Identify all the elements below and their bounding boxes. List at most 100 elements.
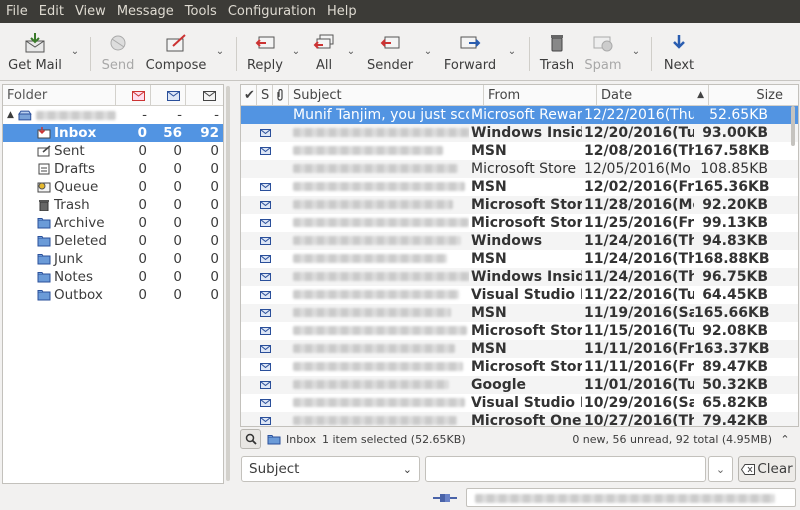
folder-archive[interactable]: Archive 0 0 0 bbox=[3, 214, 223, 232]
expand-arrow-icon[interactable]: ▲ bbox=[7, 106, 14, 124]
menu-configuration[interactable]: Configuration bbox=[224, 0, 320, 23]
message-row[interactable]: Visual Studio I 11/22/2016(Tue 64.45KB bbox=[241, 286, 798, 304]
folder-junk[interactable]: Junk 0 0 0 bbox=[3, 250, 223, 268]
clear-button[interactable]: Clear bbox=[738, 456, 796, 482]
message-row[interactable]: MSN 11/24/2016(Thu168.88KB bbox=[241, 250, 798, 268]
message-check-cell[interactable] bbox=[241, 106, 257, 124]
message-check-cell[interactable] bbox=[241, 304, 257, 322]
message-row[interactable]: MSN 11/11/2016(Fri) 163.37KB bbox=[241, 340, 798, 358]
message-check-cell[interactable] bbox=[241, 268, 257, 286]
spam-dropdown[interactable]: ⌄ bbox=[631, 47, 641, 57]
message-attachment-cell bbox=[273, 304, 289, 322]
menu-message[interactable]: Message bbox=[113, 0, 178, 23]
reply-dropdown[interactable]: ⌄ bbox=[291, 47, 301, 57]
message-check-cell[interactable] bbox=[241, 358, 257, 376]
reply-sender-button[interactable]: Sender bbox=[366, 23, 414, 79]
folder-outbox[interactable]: Outbox 0 0 0 bbox=[3, 286, 223, 304]
message-row[interactable]: Windows Insid 12/20/2016(Tue 93.00KB bbox=[241, 124, 798, 142]
message-row[interactable]: Microsoft Stor 11/15/2016(Tue 92.08KB bbox=[241, 322, 798, 340]
pane-splitter[interactable] bbox=[228, 84, 236, 484]
from-column-header[interactable]: From bbox=[484, 85, 597, 106]
message-row[interactable]: Microsoft Onel10/27/2016(Thu 79.42KB bbox=[241, 412, 798, 426]
message-row[interactable]: MSN 12/08/2016(Thu167.58KB bbox=[241, 142, 798, 160]
reply-sender-dropdown[interactable]: ⌄ bbox=[423, 47, 433, 57]
message-check-cell[interactable] bbox=[241, 322, 257, 340]
send-button[interactable]: Send bbox=[100, 23, 136, 79]
message-row[interactable]: Microsoft Stor 11/11/2016(Fri) 89.47KB bbox=[241, 358, 798, 376]
message-row[interactable]: Munif Tanjim, you just sco Microsoft Rewa… bbox=[241, 106, 798, 124]
search-input[interactable] bbox=[425, 456, 706, 482]
folder-name: Notes bbox=[54, 269, 93, 285]
folder-queue[interactable]: Queue 0 0 0 bbox=[3, 178, 223, 196]
message-check-cell[interactable] bbox=[241, 214, 257, 232]
message-subject-redacted bbox=[293, 254, 447, 263]
search-history-dropdown[interactable]: ⌄ bbox=[708, 456, 733, 482]
folder-deleted[interactable]: Deleted 0 0 0 bbox=[3, 232, 223, 250]
message-row[interactable]: Windows Insid11/24/2016(Thu 96.75KB bbox=[241, 268, 798, 286]
message-check-cell[interactable] bbox=[241, 376, 257, 394]
online-status-icon[interactable] bbox=[432, 491, 458, 505]
get-mail-button[interactable]: Get Mail bbox=[8, 23, 62, 79]
message-from: Microsoft Stor bbox=[471, 215, 582, 231]
message-check-cell[interactable] bbox=[241, 196, 257, 214]
total-column-header[interactable] bbox=[186, 85, 223, 106]
collapse-chevron-icon[interactable]: ⌃ bbox=[775, 433, 795, 446]
spam-button[interactable]: Spam bbox=[584, 23, 622, 79]
check-column-header[interactable]: ✔ bbox=[241, 85, 257, 106]
new-column-header[interactable] bbox=[116, 85, 151, 106]
date-column-header[interactable]: Date ▲ bbox=[597, 85, 709, 106]
message-row[interactable]: Microsoft Store 12/05/2016(Mo 108.85KB bbox=[241, 160, 798, 178]
message-row[interactable]: MSN 12/02/2016(Fri) 165.36KB bbox=[241, 178, 798, 196]
message-check-cell[interactable] bbox=[241, 232, 257, 250]
unread-column-header[interactable] bbox=[151, 85, 186, 106]
message-check-cell[interactable] bbox=[241, 250, 257, 268]
message-check-cell[interactable] bbox=[241, 412, 257, 426]
folder-drafts[interactable]: Drafts 0 0 0 bbox=[3, 160, 223, 178]
folder-column-header[interactable]: Folder bbox=[3, 85, 116, 106]
trash-button[interactable]: Trash bbox=[538, 23, 576, 79]
message-status-cell bbox=[257, 160, 273, 178]
menu-edit[interactable]: Edit bbox=[35, 0, 68, 23]
message-row[interactable]: Microsoft Stor 11/28/2016(Mo 92.20KB bbox=[241, 196, 798, 214]
message-row[interactable]: Microsoft Stor 11/25/2016(Fri) 99.13KB bbox=[241, 214, 798, 232]
get-mail-dropdown[interactable]: ⌄ bbox=[70, 47, 80, 57]
folder-inbox[interactable]: Inbox 0 56 92 bbox=[3, 124, 223, 142]
size-column-header[interactable]: Size bbox=[709, 85, 787, 106]
compose-button[interactable]: Compose bbox=[146, 23, 206, 79]
folder-trash[interactable]: Trash 0 0 0 bbox=[3, 196, 223, 214]
menu-help[interactable]: Help bbox=[323, 0, 361, 23]
message-row[interactable]: MSN 11/19/2016(Sat 165.66KB bbox=[241, 304, 798, 322]
mailbox-root-row[interactable]: ▲ - - - bbox=[3, 106, 223, 124]
attachment-column-header[interactable] bbox=[273, 85, 289, 106]
folder-sent[interactable]: Sent 0 0 0 bbox=[3, 142, 223, 160]
menu-view[interactable]: View bbox=[71, 0, 110, 23]
message-check-cell[interactable] bbox=[241, 394, 257, 412]
message-check-cell[interactable] bbox=[241, 178, 257, 196]
message-check-cell[interactable] bbox=[241, 142, 257, 160]
compose-dropdown[interactable]: ⌄ bbox=[215, 47, 225, 57]
message-list-scrollbar[interactable] bbox=[791, 106, 795, 146]
forward-button[interactable]: Forward bbox=[442, 23, 498, 79]
folder-notes[interactable]: Notes 0 0 0 bbox=[3, 268, 223, 286]
search-toggle-button[interactable] bbox=[240, 429, 261, 449]
menu-tools[interactable]: Tools bbox=[181, 0, 221, 23]
forward-icon bbox=[460, 36, 481, 49]
search-field-select[interactable]: Subject ⌄ bbox=[241, 456, 420, 482]
message-check-cell[interactable] bbox=[241, 160, 257, 178]
message-row[interactable]: Google 11/01/2016(Tue 50.32KB bbox=[241, 376, 798, 394]
forward-dropdown[interactable]: ⌄ bbox=[507, 47, 517, 57]
menu-file[interactable]: File bbox=[2, 0, 32, 23]
status-column-header[interactable]: S bbox=[257, 85, 273, 106]
message-check-cell[interactable] bbox=[241, 340, 257, 358]
root-total-count: - bbox=[214, 107, 219, 123]
reply-all-dropdown[interactable]: ⌄ bbox=[346, 47, 356, 57]
reply-button[interactable]: Reply bbox=[246, 23, 284, 79]
subject-column-header[interactable]: Subject bbox=[289, 85, 484, 106]
reply-all-button[interactable]: All bbox=[310, 23, 338, 79]
message-row[interactable]: Windows 11/24/2016(Thu 94.83KB bbox=[241, 232, 798, 250]
message-row[interactable]: Visual Studio I 10/29/2016(Sat 65.82KB bbox=[241, 394, 798, 412]
message-status-cell bbox=[257, 196, 273, 214]
message-check-cell[interactable] bbox=[241, 286, 257, 304]
next-button[interactable]: Next bbox=[660, 23, 698, 79]
message-check-cell[interactable] bbox=[241, 124, 257, 142]
